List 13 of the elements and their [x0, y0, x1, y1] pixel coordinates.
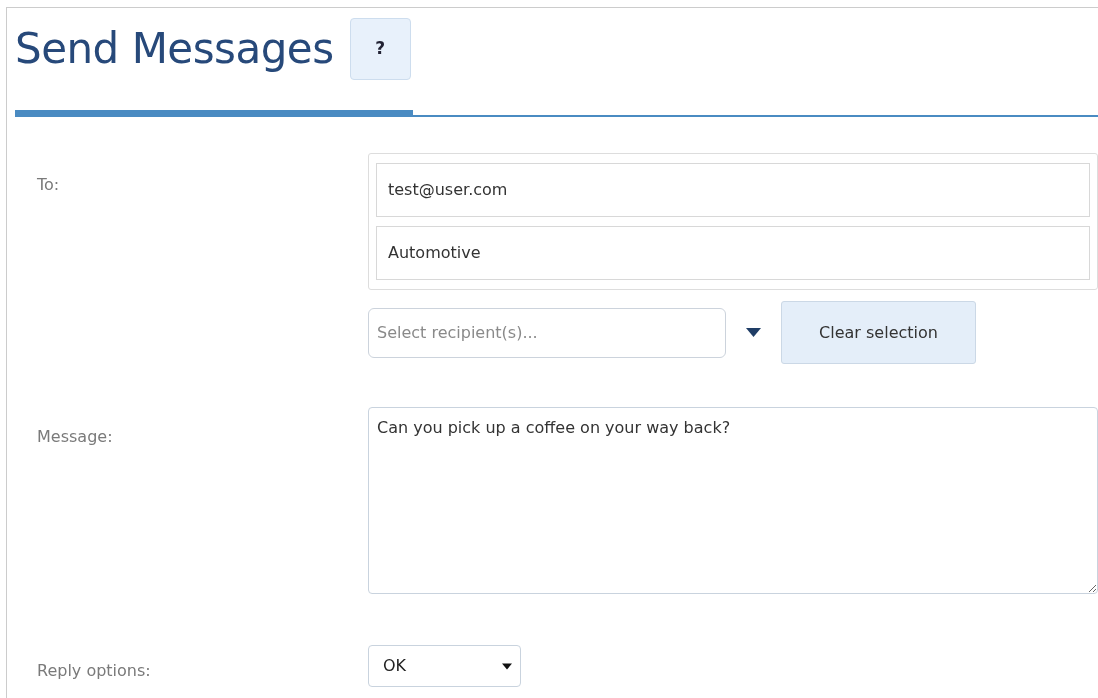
recipient-picker-field[interactable]: Select recipient(s)... — [368, 307, 726, 358]
field-label: To: — [37, 174, 61, 196]
field-label: Reply options: — [37, 660, 152, 682]
recipient-item[interactable]: test@user.com — [376, 163, 1090, 217]
message-field[interactable]: Can you pick up a coffee on your way back? — [368, 407, 1098, 594]
clear-selection-button[interactable]: Clear selection — [781, 301, 976, 364]
reply-options-select[interactable]: OK — [368, 645, 521, 687]
dropdown-caret-icon — [502, 662, 512, 670]
page-title: Send Messages — [15, 23, 334, 75]
dropdown-caret-icon — [746, 328, 761, 337]
help-button[interactable]: ? — [349, 18, 411, 80]
recipient-item[interactable]: Automotive — [376, 226, 1090, 280]
field-label: Message: — [37, 426, 114, 448]
